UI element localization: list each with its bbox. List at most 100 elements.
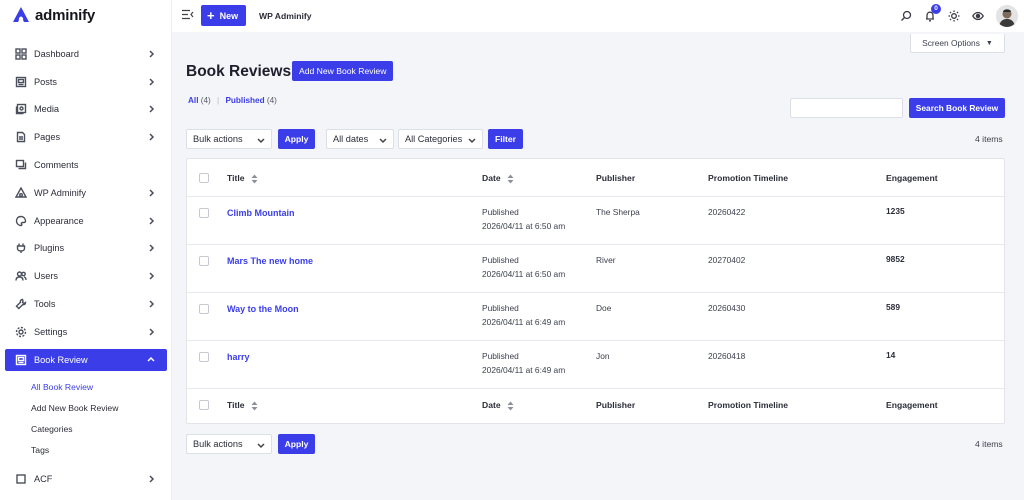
dashboard-icon: [15, 48, 27, 60]
row-promotion: 20270402: [708, 255, 746, 265]
categories-select[interactable]: All Categories: [398, 129, 483, 149]
submenu-tags[interactable]: Tags: [31, 440, 167, 461]
row-date-value: 2026/04/11 at 6:50 am: [482, 268, 566, 279]
row-status: Published: [482, 351, 519, 361]
sidebar-item-appearance[interactable]: Appearance: [5, 207, 167, 235]
sidebar-item-plugins[interactable]: Plugins: [5, 235, 167, 263]
comments-icon: [15, 159, 27, 171]
chevron-right-icon: [147, 105, 155, 114]
sort-icon: [251, 401, 258, 411]
row-publisher: Jon: [596, 351, 610, 361]
sidebar-item-label: Pages: [34, 132, 61, 143]
chevron-up-icon: [147, 356, 155, 364]
row-engagement: 9852: [886, 254, 905, 264]
screen-options-label: Screen Options: [922, 38, 980, 48]
sidebar: adminify Dashboard Posts Media Pages Com…: [0, 0, 172, 500]
column-engagement-footer: Engagement: [886, 400, 938, 410]
row-title-link[interactable]: Way to the Moon: [227, 304, 299, 314]
collapse-menu-icon[interactable]: [181, 9, 194, 20]
sidebar-item-users[interactable]: Users: [5, 262, 167, 290]
row-engagement: 14: [886, 350, 896, 360]
filter-button[interactable]: Filter: [488, 129, 523, 149]
search-input[interactable]: [790, 98, 903, 118]
adminify-logo-icon: [13, 7, 29, 22]
sidebar-item-settings[interactable]: Settings: [5, 318, 167, 346]
sidebar-item-acf[interactable]: ACF: [5, 465, 167, 493]
user-avatar[interactable]: [996, 5, 1018, 27]
column-publisher-header: Publisher: [596, 173, 636, 183]
bulk-actions-select-top[interactable]: Bulk actions: [186, 129, 272, 149]
row-title-link[interactable]: harry: [227, 352, 250, 362]
column-date-header[interactable]: Date: [482, 173, 514, 184]
page-title: Book Reviews: [186, 63, 292, 80]
new-button-label: New: [219, 10, 239, 21]
row-date: Published 2026/04/11 at 6:49 am: [482, 302, 565, 329]
sidebar-item-dashboard[interactable]: Dashboard: [5, 40, 167, 68]
apply-button-top[interactable]: Apply: [278, 129, 315, 149]
sidebar-item-label: Book Review: [34, 354, 88, 365]
column-title-header[interactable]: Title: [227, 173, 258, 184]
row-publisher: Doe: [596, 303, 612, 313]
apply-button-bottom[interactable]: Apply: [278, 434, 315, 454]
select-all-checkbox-footer[interactable]: [199, 400, 209, 410]
row-title-link[interactable]: Mars The new home: [227, 256, 313, 266]
column-engagement-header: Engagement: [886, 173, 938, 183]
filter-published-link[interactable]: Published: [225, 96, 264, 105]
table-row: Climb Mountain Published 2026/04/11 at 6:…: [187, 197, 1004, 245]
sort-icon: [507, 174, 514, 184]
column-title-footer[interactable]: Title: [227, 400, 258, 411]
row-checkbox[interactable]: [199, 304, 209, 314]
sidebar-item-posts[interactable]: Posts: [5, 68, 167, 96]
filter-all-count: (4): [200, 96, 211, 105]
row-status: Published: [482, 303, 519, 313]
row-title-link[interactable]: Climb Mountain: [227, 208, 295, 218]
light-mode-icon[interactable]: [948, 10, 960, 22]
dates-select[interactable]: All dates: [326, 129, 394, 149]
add-new-book-review-button[interactable]: Add New Book Review: [292, 61, 394, 81]
sidebar-item-label: Dashboard: [34, 48, 79, 59]
bulk-actions-select-bottom[interactable]: Bulk actions: [186, 434, 272, 454]
select-all-checkbox[interactable]: [199, 173, 209, 183]
admin-menu: Dashboard Posts Media Pages Comments WP …: [5, 40, 167, 493]
sidebar-item-tools[interactable]: Tools: [5, 290, 167, 318]
status-filters: All (4) | Published (4): [188, 96, 277, 105]
screen-options-button[interactable]: Screen Options ▼: [910, 34, 1005, 53]
column-publisher-footer: Publisher: [596, 400, 636, 410]
row-checkbox[interactable]: [199, 352, 209, 362]
sidebar-item-pages[interactable]: Pages: [5, 123, 167, 151]
new-button[interactable]: + New: [201, 5, 247, 26]
search-icon[interactable]: [900, 10, 912, 22]
submenu-all-book-review[interactable]: All Book Review: [31, 377, 167, 398]
row-date: Published 2026/04/11 at 6:50 am: [482, 206, 565, 233]
search-book-review-button[interactable]: Search Book Review: [909, 98, 1005, 118]
submenu-categories[interactable]: Categories: [31, 419, 167, 440]
column-date-footer[interactable]: Date: [482, 400, 514, 411]
row-publisher: River: [596, 255, 616, 265]
site-name-link[interactable]: WP Adminify: [259, 11, 312, 21]
row-checkbox[interactable]: [199, 208, 209, 218]
chevron-right-icon: [147, 78, 155, 86]
sidebar-item-label: Posts: [34, 76, 57, 87]
preview-eye-icon[interactable]: [972, 10, 984, 22]
logo[interactable]: adminify: [12, 6, 95, 24]
row-promotion: 20260418: [708, 351, 746, 361]
row-status: Published: [482, 207, 519, 217]
chevron-right-icon: [147, 50, 155, 58]
chevron-right-icon: [147, 475, 155, 483]
book-icon: [15, 354, 27, 366]
row-checkbox[interactable]: [199, 256, 209, 266]
sidebar-item-wp-adminify[interactable]: WP Adminify: [5, 179, 167, 207]
row-engagement: 1235: [886, 206, 905, 216]
sidebar-item-comments[interactable]: Comments: [5, 151, 167, 179]
row-promotion: 20260430: [708, 303, 746, 313]
book-reviews-table: Title Date Publisher Promotion Timeline …: [186, 158, 1005, 424]
filter-all-link[interactable]: All: [188, 96, 198, 105]
acf-icon: [15, 473, 27, 485]
media-icon: [15, 103, 27, 115]
sidebar-item-media[interactable]: Media: [5, 96, 167, 124]
notification-bell-icon[interactable]: 0: [924, 4, 941, 22]
submenu-add-new-book-review[interactable]: Add New Book Review: [31, 398, 167, 419]
sidebar-item-book-review[interactable]: Book Review: [5, 348, 167, 371]
pages-icon: [15, 131, 27, 143]
table-row: Mars The new home Published 2026/04/11 at…: [187, 245, 1004, 293]
